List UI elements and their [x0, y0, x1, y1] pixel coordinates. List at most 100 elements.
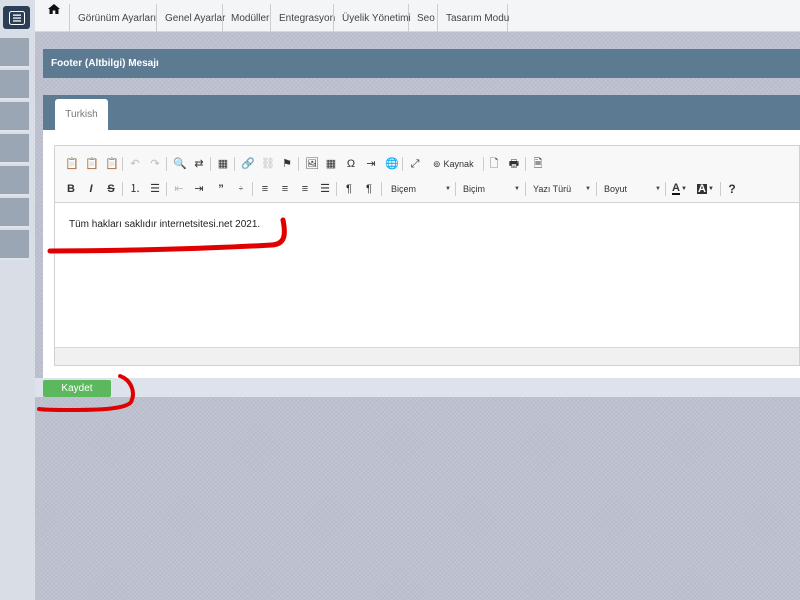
replace-icon[interactable]: ⇄	[193, 156, 205, 172]
chevron-down-icon: ▼	[655, 186, 661, 192]
toolbar-separator	[720, 182, 721, 196]
page-break-icon[interactable]: ⇥	[365, 156, 377, 172]
undo-icon[interactable]: ↶	[129, 156, 141, 172]
background-color-icon[interactable]: A ▼	[697, 181, 714, 197]
sidebar	[0, 0, 35, 600]
toolbar-separator	[166, 157, 167, 171]
sidebar-item[interactable]	[0, 134, 29, 164]
styles-dropdown[interactable]: Biçem ▼	[391, 181, 451, 197]
print-icon[interactable]: 🖶	[508, 156, 520, 172]
toolbar-separator	[298, 157, 299, 171]
nav-item-uyelik-yonetimi[interactable]: Üyelik Yönetimi	[333, 4, 411, 32]
font-size-dropdown[interactable]: Boyut ▼	[604, 181, 661, 197]
paste-icon[interactable]: 📋	[65, 156, 79, 172]
toolbar-separator	[525, 182, 526, 196]
toolbar-separator	[234, 157, 235, 171]
text-direction-rtl-icon[interactable]: ¶	[363, 181, 375, 197]
toolbar-separator	[402, 157, 403, 171]
menu-icon	[8, 10, 25, 25]
table-icon[interactable]: ▦	[325, 156, 337, 172]
spellcheck-icon[interactable]: ▦	[217, 156, 229, 172]
nav-item-gorunum-ayarlari[interactable]: Görünüm Ayarları	[69, 4, 157, 32]
sidebar-item[interactable]	[0, 166, 29, 196]
sidebar-item[interactable]	[0, 102, 29, 132]
panel-header: Footer (Altbilgi) Mesajı	[43, 49, 800, 78]
bold-icon[interactable]: B	[65, 181, 77, 197]
align-right-icon[interactable]: ≡	[299, 181, 311, 197]
text-direction-ltr-icon[interactable]: ¶	[343, 181, 355, 197]
home-icon[interactable]	[48, 4, 60, 14]
unlink-icon[interactable]: ⛓	[261, 156, 275, 172]
bulleted-list-icon[interactable]: ☰	[149, 181, 161, 197]
font-dropdown-label: Yazı Türü	[533, 184, 572, 194]
font-dropdown[interactable]: Yazı Türü ▼	[533, 181, 591, 197]
div-container-icon[interactable]: ÷	[235, 181, 247, 197]
preview-icon[interactable]: 🗋	[488, 156, 500, 172]
align-justify-icon[interactable]: ☰	[319, 181, 331, 197]
hamburger-menu-button[interactable]	[3, 6, 30, 29]
paste-word-icon[interactable]: 📋	[105, 156, 119, 172]
format-dropdown-label: Biçim	[463, 184, 485, 194]
source-icon: ⊚	[433, 158, 441, 169]
editor-toolbar: 📋 📋 📋 ↶ ↷ 🔍 ⇄ ▦ 🔗 ⛓ ⚑ 🖼 ▦ Ω ⇥ 🌐 ⤢ ⊚ Kayn…	[55, 146, 799, 203]
sidebar-item[interactable]	[0, 198, 29, 228]
indent-icon[interactable]: ⇥	[193, 181, 205, 197]
align-center-icon[interactable]: ≡	[279, 181, 291, 197]
link-icon[interactable]: 🔗	[241, 156, 255, 172]
paste-text-icon[interactable]: 📋	[85, 156, 99, 172]
toolbar-separator	[336, 182, 337, 196]
toolbar-separator	[596, 182, 597, 196]
blockquote-icon[interactable]: ”	[215, 181, 227, 197]
toolbar-separator	[665, 182, 666, 196]
nav-item-seo[interactable]: Seo	[408, 4, 438, 32]
toolbar-separator	[455, 182, 456, 196]
anchor-flag-icon[interactable]: ⚑	[281, 156, 293, 172]
chevron-down-icon: ▼	[514, 186, 520, 192]
source-button[interactable]: ⊚ Kaynak	[433, 156, 474, 172]
nav-item-tasarim-modu[interactable]: Tasarım Modu	[437, 4, 509, 32]
help-icon[interactable]: ?	[726, 181, 738, 197]
top-navigation: Görünüm Ayarları Genel Ayarlar Modüller …	[35, 0, 800, 32]
toolbar-separator	[122, 157, 123, 171]
redo-icon[interactable]: ↷	[149, 156, 161, 172]
panel-title: Footer (Altbilgi) Mesajı	[51, 58, 159, 69]
iframe-globe-icon[interactable]: 🌐	[385, 156, 399, 172]
text-color-icon[interactable]: A ▼	[672, 181, 687, 197]
chevron-down-icon: ▼	[585, 186, 591, 192]
save-button[interactable]: Kaydet	[43, 380, 111, 397]
maximize-icon[interactable]: ⤢	[409, 156, 421, 172]
italic-icon[interactable]: I	[85, 181, 97, 197]
special-char-icon[interactable]: Ω	[345, 156, 357, 172]
toolbar-separator	[122, 182, 123, 196]
numbered-list-icon[interactable]: ⒈	[129, 181, 141, 197]
sidebar-item[interactable]	[0, 70, 29, 100]
nav-item-entegrasyon[interactable]: Entegrasyon	[270, 4, 335, 32]
nav-item-genel-ayarlar[interactable]: Genel Ayarlar	[156, 4, 225, 32]
templates-icon[interactable]: 🗎	[532, 156, 544, 172]
source-label: Kaynak	[443, 158, 474, 169]
styles-dropdown-label: Biçem	[391, 184, 417, 194]
find-icon[interactable]: 🔍	[173, 156, 187, 172]
strikethrough-icon[interactable]: S	[105, 181, 117, 197]
sidebar-item[interactable]	[0, 230, 29, 260]
align-left-icon[interactable]: ≡	[259, 181, 271, 197]
rich-text-editor: 📋 📋 📋 ↶ ↷ 🔍 ⇄ ▦ 🔗 ⛓ ⚑ 🖼 ▦ Ω ⇥ 🌐 ⤢ ⊚ Kayn…	[54, 145, 800, 366]
toolbar-separator	[252, 182, 253, 196]
language-tab-bar	[43, 95, 800, 130]
outdent-icon[interactable]: ⇤	[173, 181, 185, 197]
format-dropdown[interactable]: Biçim ▼	[463, 181, 520, 197]
toolbar-separator	[381, 182, 382, 196]
toolbar-separator	[210, 157, 211, 171]
sidebar-item[interactable]	[0, 38, 29, 68]
form-footer	[35, 378, 800, 397]
toolbar-separator	[166, 182, 167, 196]
toolbar-separator	[483, 157, 484, 171]
nav-item-moduller[interactable]: Modüller	[222, 4, 271, 32]
tab-turkish[interactable]: Turkish	[55, 99, 108, 130]
chevron-down-icon: ▼	[445, 186, 451, 192]
editor-status-bar	[55, 347, 799, 365]
toolbar-separator	[525, 157, 526, 171]
image-icon[interactable]: 🖼	[305, 156, 319, 172]
font-size-dropdown-label: Boyut	[604, 184, 628, 194]
editor-content[interactable]: Tüm hakları saklıdır internetsitesi.net …	[69, 219, 260, 230]
